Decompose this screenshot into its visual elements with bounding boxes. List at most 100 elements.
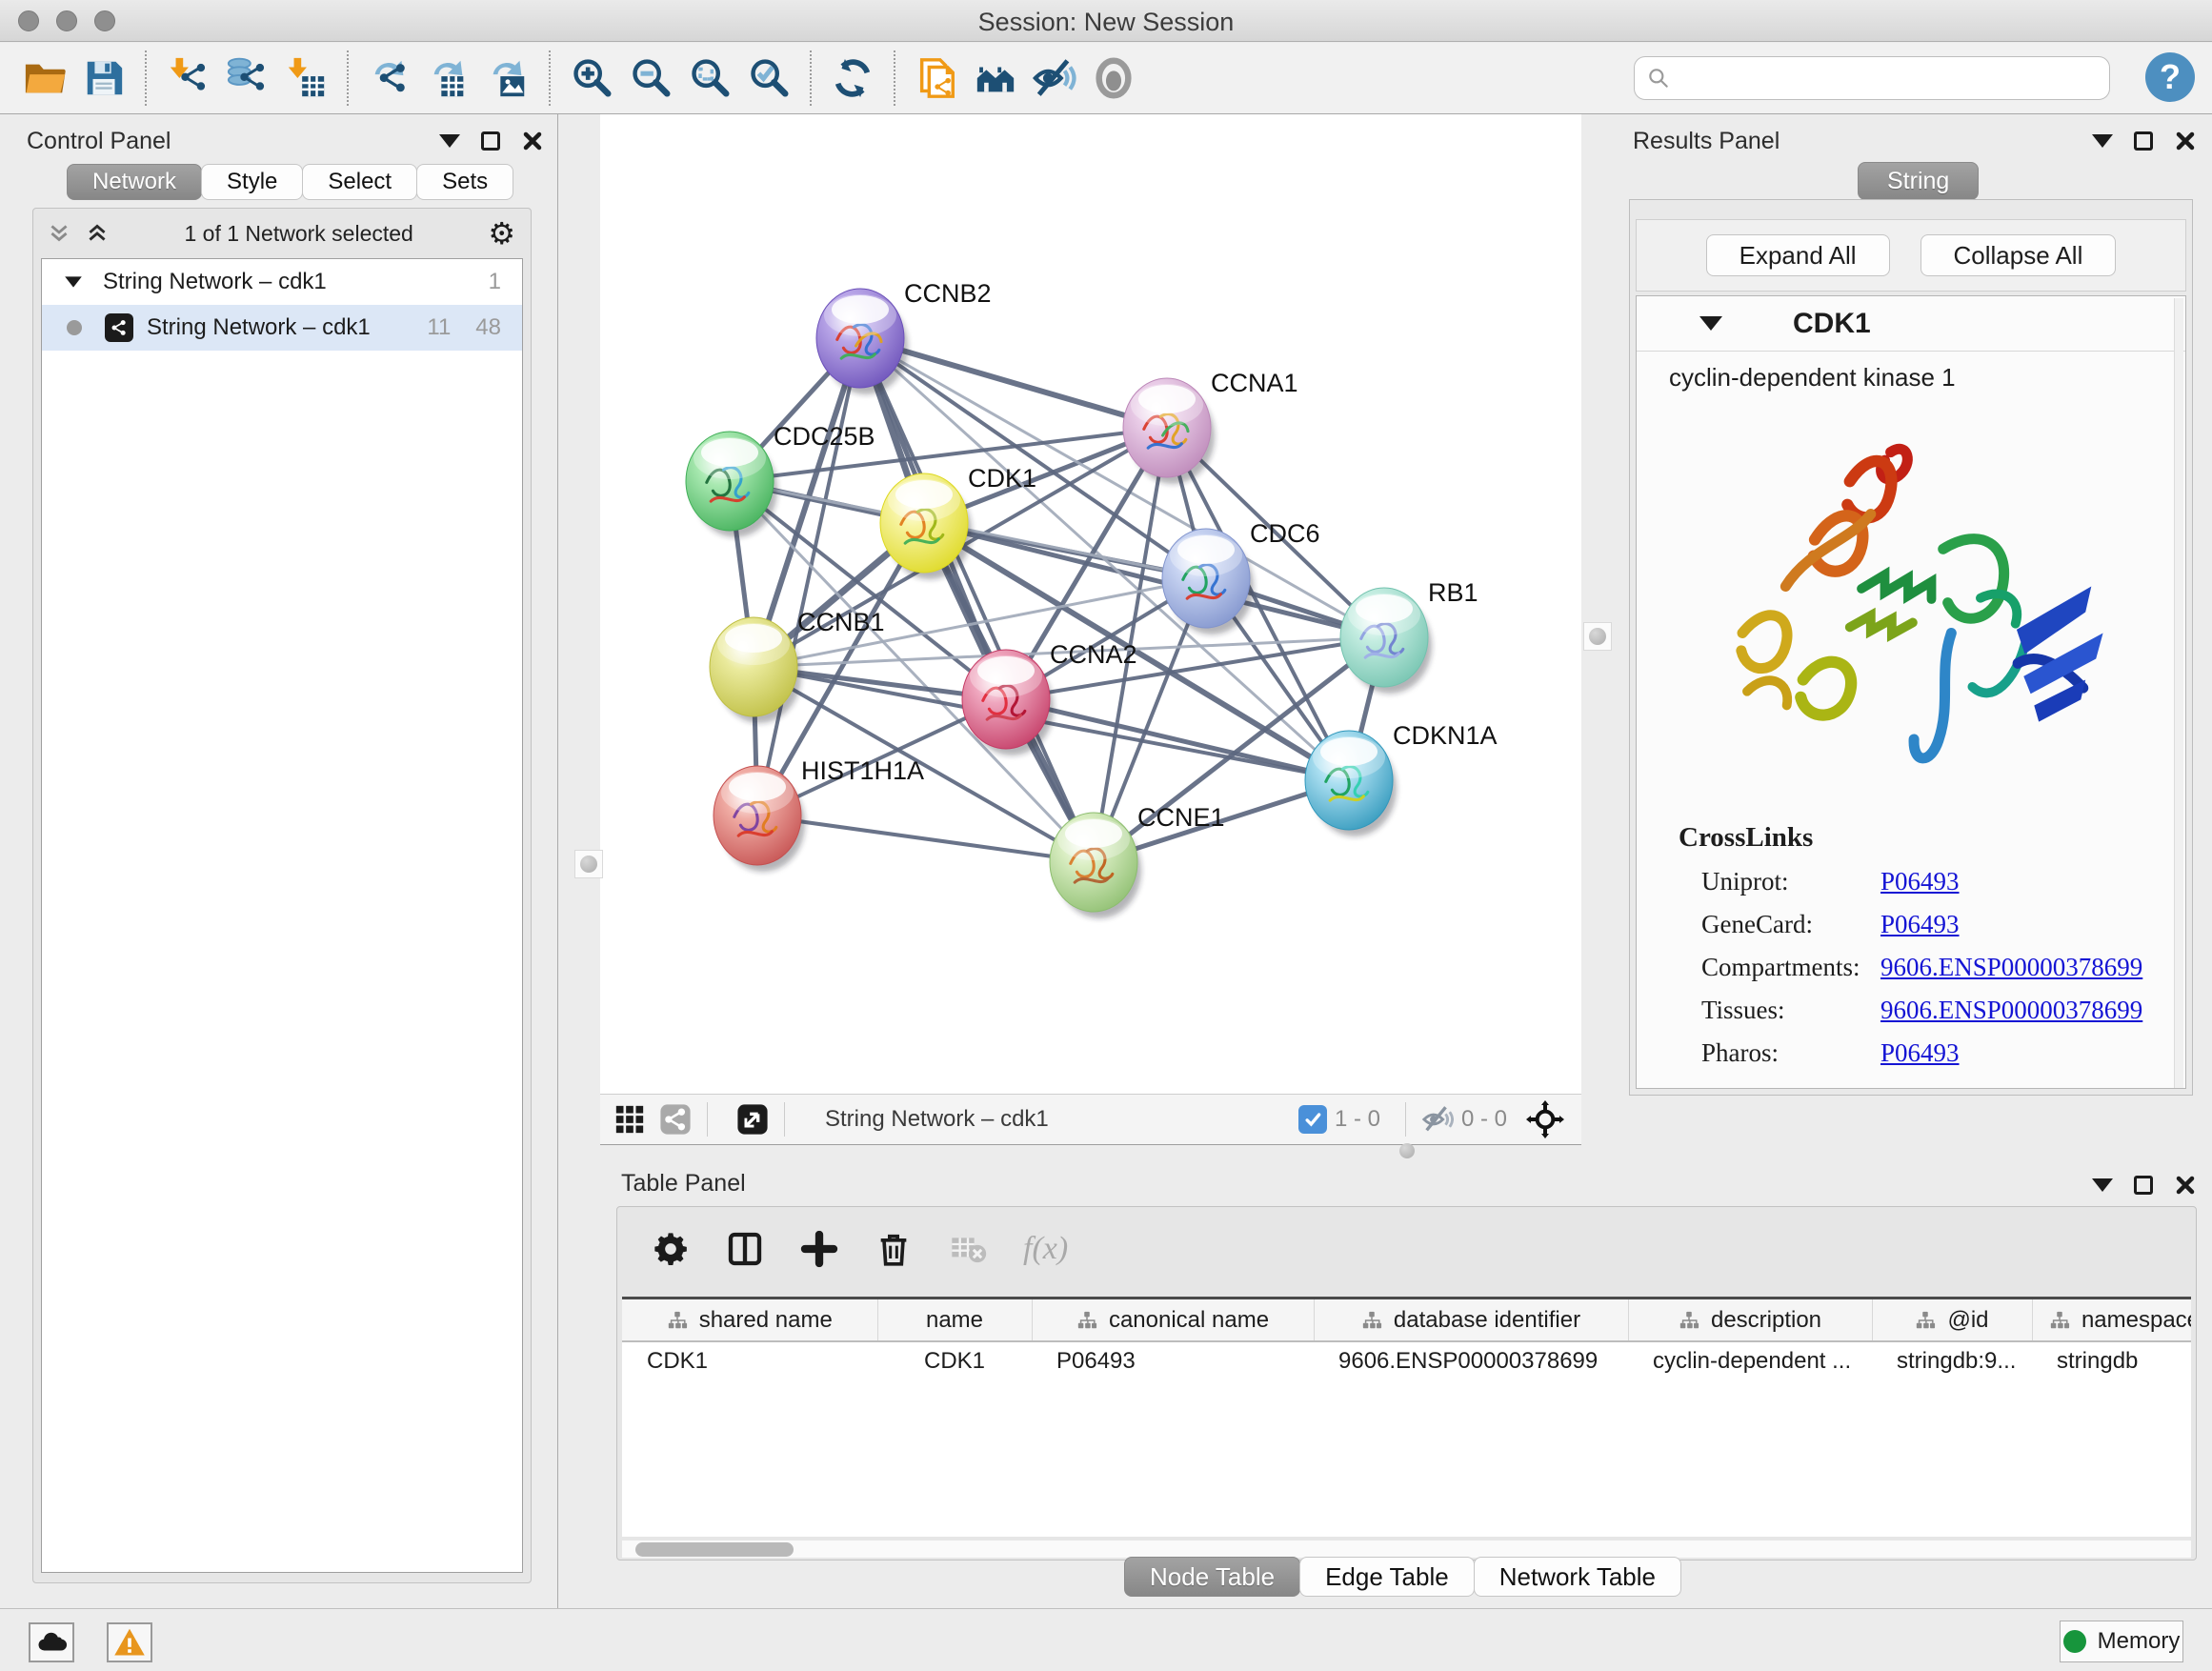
edge-CCNB2-HIST1H1A[interactable]: [757, 338, 860, 815]
node-CDK1[interactable]: CDK1: [880, 464, 1036, 579]
search-input[interactable]: [1671, 65, 2109, 91]
column-header-canonical-name[interactable]: canonical name: [1032, 1299, 1314, 1341]
left-splitter-handle[interactable]: [574, 850, 603, 878]
edge-CCNA2-CDKN1A[interactable]: [1006, 699, 1349, 780]
crosslink-link[interactable]: P06493: [1880, 867, 1960, 896]
table-horizontal-scrollbar[interactable]: [622, 1540, 2191, 1558]
node-CCNE1[interactable]: CCNE1: [1050, 803, 1225, 918]
duplicate-network-button[interactable]: [907, 51, 966, 105]
table-settings-gear-icon[interactable]: [652, 1230, 690, 1268]
tab-node-table[interactable]: Node Table: [1124, 1557, 1300, 1597]
panel-close-icon[interactable]: [2174, 130, 2197, 152]
delete-icon[interactable]: [875, 1230, 913, 1268]
tab-network-table[interactable]: Network Table: [1474, 1557, 1681, 1597]
tab-string[interactable]: String: [1858, 162, 1979, 200]
collapse-entry-icon[interactable]: [1699, 316, 1722, 331]
save-button[interactable]: [74, 51, 133, 105]
apply-layout-button[interactable]: [823, 51, 882, 105]
node-label-CCNB2: CCNB2: [904, 279, 992, 308]
panel-float-icon[interactable]: [481, 131, 500, 151]
export-image-button[interactable]: [478, 51, 537, 105]
fit-content-icon[interactable]: [1526, 1100, 1564, 1138]
tab-edge-table[interactable]: Edge Table: [1299, 1557, 1475, 1597]
network-canvas[interactable]: CCNB2CCNA1CDC25BCDK1CDC6RB1CCNB1CCNA2CDK…: [600, 114, 1581, 1094]
table-cell[interactable]: P06493: [1032, 1341, 1314, 1379]
open-folder-button[interactable]: [15, 51, 74, 105]
results-panel: Results Panel String Expand All Collapse…: [1625, 114, 2212, 1160]
zoom-in-button[interactable]: [562, 51, 621, 105]
delete-table-icon: [949, 1230, 987, 1268]
panel-close-icon[interactable]: [521, 130, 544, 152]
gene-card-header[interactable]: CDK1: [1637, 296, 2185, 352]
panel-close-icon[interactable]: [2174, 1174, 2197, 1197]
table-cell[interactable]: stringdb: [2032, 1341, 2191, 1379]
export-network-button[interactable]: [360, 51, 419, 105]
table-cell[interactable]: CDK1: [877, 1341, 1032, 1379]
crosslink-link[interactable]: P06493: [1880, 1038, 1960, 1068]
zoom-selected-button[interactable]: [739, 51, 798, 105]
node-CCNA2[interactable]: CCNA2: [962, 640, 1137, 755]
right-splitter-handle[interactable]: [1583, 622, 1612, 651]
birdseye-view-icon[interactable]: [613, 1103, 646, 1136]
warnings-button[interactable]: [107, 1622, 152, 1662]
import-table-button[interactable]: [276, 51, 335, 105]
panel-float-icon[interactable]: [2134, 131, 2153, 151]
crosslink-link[interactable]: 9606.ENSP00000378699: [1880, 953, 2142, 982]
panel-float-icon[interactable]: [2134, 1176, 2153, 1195]
panel-menu-icon[interactable]: [2092, 134, 2113, 148]
zoom-out-button[interactable]: [621, 51, 680, 105]
node-RB1[interactable]: RB1: [1340, 578, 1478, 694]
column-header-database-identifier[interactable]: database identifier: [1314, 1299, 1628, 1341]
first-neighbors-icon: [974, 56, 1017, 100]
collapse-all-icon[interactable]: [47, 221, 71, 246]
tab-sets[interactable]: Sets: [416, 164, 513, 200]
show-all-button[interactable]: [1084, 51, 1143, 105]
cloud-button[interactable]: [29, 1622, 74, 1662]
table-cell[interactable]: 9606.ENSP00000378699: [1314, 1341, 1628, 1379]
panel-menu-icon[interactable]: [2092, 1178, 2113, 1192]
node-CCNB1[interactable]: CCNB1: [710, 608, 885, 723]
memory-button[interactable]: Memory: [2060, 1621, 2183, 1662]
import-network-database-button[interactable]: [217, 51, 276, 105]
tab-select[interactable]: Select: [302, 164, 417, 200]
edge-HIST1H1A-CCNE1[interactable]: [757, 815, 1094, 862]
add-column-icon[interactable]: [800, 1230, 838, 1268]
node-CCNA1[interactable]: CCNA1: [1123, 369, 1298, 484]
open-in-window-icon[interactable]: [736, 1103, 769, 1136]
export-table-button[interactable]: [419, 51, 478, 105]
column-header-description[interactable]: description: [1628, 1299, 1872, 1341]
results-scrollbar[interactable]: [2174, 298, 2183, 1088]
hide-selected-button[interactable]: [1025, 51, 1084, 105]
expand-all-icon[interactable]: [85, 221, 110, 246]
node-HIST1H1A[interactable]: HIST1H1A: [714, 756, 924, 872]
node-table[interactable]: shared namenamecanonical namedatabase id…: [622, 1297, 2191, 1537]
column-header-shared-name[interactable]: shared name: [622, 1299, 877, 1341]
network-row-selected[interactable]: String Network – cdk1 11 48: [42, 305, 522, 351]
tree-expand-icon[interactable]: [65, 276, 82, 287]
table-row[interactable]: CDK1CDK1P064939606.ENSP00000378699cyclin…: [622, 1341, 2191, 1379]
table-cell[interactable]: cyclin-dependent ...: [1628, 1341, 1872, 1379]
help-button[interactable]: ?: [2145, 52, 2195, 102]
node-CDKN1A[interactable]: CDKN1A: [1305, 721, 1498, 836]
column-header--id[interactable]: @id: [1872, 1299, 2032, 1341]
expand-all-button[interactable]: Expand All: [1706, 234, 1890, 276]
crosslink-link[interactable]: 9606.ENSP00000378699: [1880, 996, 2142, 1025]
column-header-namespace[interactable]: namespace: [2032, 1299, 2191, 1341]
table-cell[interactable]: CDK1: [622, 1341, 877, 1379]
crosslink-link[interactable]: P06493: [1880, 910, 1960, 939]
table-cell[interactable]: stringdb:9...: [1872, 1341, 2032, 1379]
network-collection-row[interactable]: String Network – cdk1 1: [42, 259, 522, 305]
zoom-fit-button[interactable]: [680, 51, 739, 105]
tab-style[interactable]: Style: [201, 164, 303, 200]
selected-checkbox-icon[interactable]: [1298, 1105, 1327, 1134]
tab-network[interactable]: Network: [67, 164, 202, 200]
collapse-all-button[interactable]: Collapse All: [1920, 234, 2117, 276]
show-columns-icon[interactable]: [726, 1230, 764, 1268]
column-header-name[interactable]: name: [877, 1299, 1032, 1341]
bottom-splitter-handle[interactable]: [1391, 1143, 1423, 1158]
network-share-icon[interactable]: [659, 1103, 692, 1136]
first-neighbors-button[interactable]: [966, 51, 1025, 105]
import-network-file-button[interactable]: [158, 51, 217, 105]
panel-menu-icon[interactable]: [439, 134, 460, 148]
gear-icon[interactable]: ⚙: [488, 215, 515, 252]
